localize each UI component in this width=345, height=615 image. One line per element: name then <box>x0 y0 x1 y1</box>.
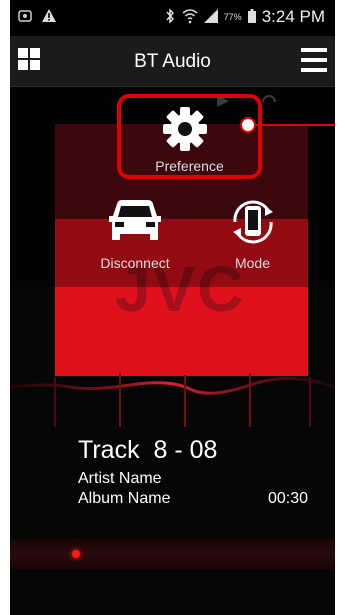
player-area: JVC Preference Disconnect Mode Track 8 -… <box>10 87 335 615</box>
mode-label: Mode <box>234 255 271 271</box>
phone-rotate-icon <box>225 194 281 255</box>
car-icon <box>106 198 164 251</box>
phone-screen: 77% 3:24 PM BT Audio JVC Preference Disc… <box>10 0 335 615</box>
hamburger-menu-button[interactable] <box>301 48 327 72</box>
album-name: Album Name <box>78 490 171 507</box>
battery-percent: 77% <box>223 12 242 22</box>
mode-button[interactable]: Mode <box>205 194 300 274</box>
battery-icon <box>247 8 256 26</box>
track-title: Track 8 - 08 <box>78 436 218 464</box>
media-notification-icon <box>18 9 32 25</box>
wifi-icon <box>182 8 198 27</box>
preference-button[interactable]: Preference <box>117 94 262 179</box>
clock: 3:24 PM <box>261 7 325 26</box>
app-title: BT Audio <box>134 51 211 72</box>
elapsed-time: 00:30 <box>267 490 308 507</box>
progress-bar[interactable] <box>10 539 335 569</box>
warning-icon <box>42 9 56 25</box>
audio-waveform <box>10 373 335 427</box>
callout-dot <box>240 117 256 133</box>
gear-icon <box>159 103 211 160</box>
status-bar: 77% 3:24 PM <box>10 0 335 36</box>
artist-name: Artist Name <box>78 470 162 487</box>
repeat-icon <box>262 95 276 103</box>
app-bar: BT Audio <box>10 36 335 87</box>
disconnect-label: Disconnect <box>100 255 170 271</box>
disconnect-button[interactable]: Disconnect <box>85 198 185 273</box>
callout-line <box>249 124 335 126</box>
bluetooth-icon <box>164 7 176 27</box>
progress-handle[interactable] <box>72 550 80 558</box>
signal-icon <box>203 8 218 26</box>
preference-label: Preference <box>155 158 224 174</box>
